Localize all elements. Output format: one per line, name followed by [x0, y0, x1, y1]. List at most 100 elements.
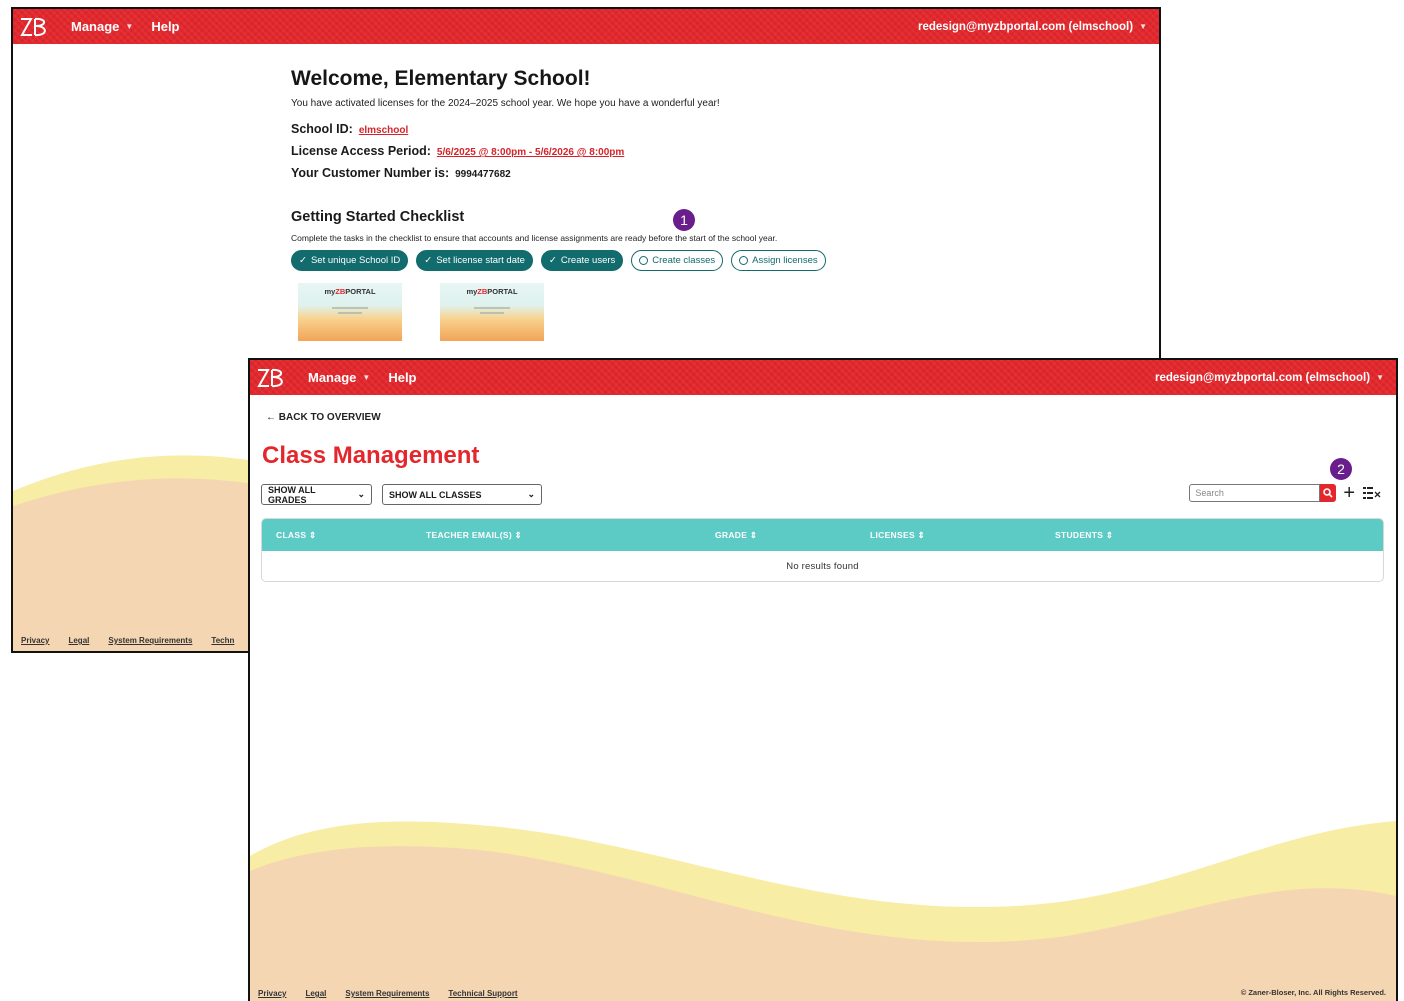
- top-navbar: Manage ▼ Help redesign@myzbportal.com (el…: [250, 360, 1396, 395]
- school-id-label: School ID:: [291, 122, 353, 136]
- column-header-teacher-email[interactable]: TEACHER EMAIL(S) ⇕: [426, 530, 522, 541]
- privacy-link[interactable]: Privacy: [258, 989, 286, 998]
- thumbnail-line: [474, 307, 510, 309]
- column-header-students[interactable]: STUDENTS ⇕: [1055, 530, 1113, 541]
- legal-link[interactable]: Legal: [68, 636, 89, 645]
- check-icon: ✓: [299, 255, 307, 266]
- background-waves: [250, 821, 1396, 1001]
- empty-circle-icon: [639, 256, 649, 265]
- check-icon: ✓: [548, 255, 557, 266]
- manage-menu[interactable]: Manage ▼: [308, 370, 370, 385]
- checklist-label: Set license start date: [436, 255, 525, 266]
- page-title: Welcome, Elementary School!: [291, 67, 591, 90]
- checklist-label: Set unique School ID: [310, 255, 401, 266]
- user-menu[interactable]: redesign@myzbportal.com (elmschool) ▼: [1155, 372, 1384, 384]
- overview-content: Welcome, Elementary School! You have act…: [291, 67, 1111, 341]
- system-requirements-link[interactable]: System Requirements: [108, 636, 192, 645]
- class-filter-value: SHOW ALL CLASSES: [389, 489, 482, 500]
- column-header-grade[interactable]: GRADE ⇕: [715, 530, 757, 541]
- step-badge-1: 1: [673, 209, 695, 231]
- privacy-link[interactable]: Privacy: [21, 636, 49, 645]
- customer-number-label: Your Customer Number is:: [291, 166, 450, 180]
- search-icon: [1323, 488, 1333, 498]
- checklist-item-assign-licenses[interactable]: Assign licenses: [731, 250, 826, 271]
- thumb-brand-prefix: my: [324, 287, 336, 296]
- copyright-text: © Zaner-Bloser, Inc. All Rights Reserved…: [1240, 988, 1386, 997]
- video-thumbnail[interactable]: myZBPORTAL: [440, 283, 544, 341]
- thumb-brand-suffix: PORTAL: [345, 287, 376, 296]
- checklist-item-license-date[interactable]: ✓ Set license start date: [416, 250, 533, 271]
- column-settings-icon[interactable]: [1363, 487, 1381, 499]
- thumbnail-line: [332, 307, 368, 309]
- grade-filter-value: SHOW ALL GRADES: [268, 484, 316, 505]
- manage-label: Manage: [71, 19, 120, 34]
- intro-text: You have activated licenses for the 2024…: [291, 98, 720, 109]
- user-menu[interactable]: redesign@myzbportal.com (elmschool) ▼: [918, 21, 1147, 33]
- video-thumbnail[interactable]: myZBPORTAL: [298, 283, 402, 341]
- thumb-brand-zb: ZB: [477, 287, 488, 296]
- chevron-down-icon: ⌄: [527, 489, 535, 499]
- empty-state-text: No results found: [786, 560, 859, 572]
- class-table: CLASS ⇕ TEACHER EMAIL(S) ⇕ GRADE ⇕ LICEN…: [261, 518, 1384, 582]
- empty-state-row: No results found: [262, 551, 1383, 581]
- zb-logo-icon[interactable]: [19, 13, 53, 41]
- checklist-item-school-id[interactable]: ✓ Set unique School ID: [291, 250, 409, 271]
- manage-menu[interactable]: Manage ▼: [71, 19, 133, 34]
- checklist-item-create-users[interactable]: ✓ Create users: [540, 250, 624, 271]
- chevron-down-icon: ▼: [1139, 22, 1147, 31]
- thumbnail-line: [480, 312, 504, 314]
- top-navbar: Manage ▼ Help redesign@myzbportal.com (el…: [13, 9, 1159, 44]
- back-to-overview-link[interactable]: ← BACK TO OVERVIEW: [266, 412, 381, 423]
- checklist-label: Create users: [560, 255, 616, 266]
- column-header-licenses[interactable]: LICENSES ⇕: [870, 530, 925, 541]
- technical-support-link[interactable]: Techn: [211, 636, 234, 645]
- user-label: redesign@myzbportal.com (elmschool): [918, 20, 1134, 33]
- chevron-down-icon: ▼: [362, 373, 371, 382]
- checklist-title: Getting Started Checklist: [291, 209, 465, 225]
- thumb-brand-zb: ZB: [335, 287, 346, 296]
- license-period-label: License Access Period:: [291, 144, 431, 158]
- column-header-class[interactable]: CLASS ⇕: [276, 530, 316, 541]
- license-period-link[interactable]: 5/6/2025 @ 8:00pm - 5/6/2026 @ 8:00pm: [437, 147, 624, 158]
- class-filter-select[interactable]: SHOW ALL CLASSES ⌄: [382, 484, 542, 505]
- checklist-label: Assign licenses: [752, 255, 818, 266]
- checklist-label: Create classes: [652, 255, 716, 266]
- search-input[interactable]: Search: [1189, 484, 1321, 502]
- grade-filter-select[interactable]: SHOW ALL GRADES ⌄: [261, 484, 372, 505]
- user-label: redesign@myzbportal.com (elmschool): [1155, 371, 1371, 384]
- portal-logo: myZBPORTAL: [298, 287, 402, 296]
- chevron-down-icon: ⌄: [357, 489, 365, 499]
- technical-support-link[interactable]: Technical Support: [448, 989, 517, 998]
- legal-link[interactable]: Legal: [305, 989, 326, 998]
- checklist-item-create-classes[interactable]: Create classes: [631, 250, 724, 271]
- chevron-down-icon: ▼: [1376, 373, 1384, 382]
- filter-bar: SHOW ALL GRADES ⌄ SHOW ALL CLASSES ⌄: [261, 484, 542, 505]
- check-icon: ✓: [424, 255, 433, 266]
- thumb-brand-prefix: my: [466, 287, 478, 296]
- customer-number-value: 9994477682: [455, 169, 511, 180]
- footer-links: Privacy Legal System Requirements Techni…: [258, 989, 518, 998]
- help-link[interactable]: Help: [388, 370, 416, 385]
- add-class-icon[interactable]: +: [1343, 483, 1355, 503]
- table-header: CLASS ⇕ TEACHER EMAIL(S) ⇕ GRADE ⇕ LICEN…: [262, 519, 1383, 551]
- school-id-link[interactable]: elmschool: [359, 125, 408, 136]
- school-info: School ID: elmschool License Access Perio…: [291, 119, 1111, 185]
- zb-logo-icon[interactable]: [256, 364, 290, 392]
- thumbnail-line: [338, 312, 362, 314]
- search-button[interactable]: [1320, 484, 1337, 502]
- checklist-pills: ✓ Set unique School ID ✓ Set license start…: [291, 250, 1111, 271]
- page-title: Class Management: [262, 442, 480, 469]
- video-thumbnails: myZBPORTAL myZBPORTAL: [298, 283, 1111, 341]
- portal-logo: myZBPORTAL: [440, 287, 544, 296]
- system-requirements-link[interactable]: System Requirements: [345, 989, 429, 998]
- checklist-description: Complete the tasks in the checklist to e…: [291, 233, 778, 243]
- step-badge-2: 2: [1330, 458, 1352, 480]
- table-toolbar: Search +: [1189, 483, 1381, 503]
- class-management-window: Manage ▼ Help redesign@myzbportal.com (el…: [248, 358, 1398, 1001]
- help-link[interactable]: Help: [151, 19, 179, 34]
- thumb-brand-suffix: PORTAL: [487, 287, 518, 296]
- footer-links: Privacy Legal System Requirements Techn: [21, 636, 234, 645]
- manage-label: Manage: [308, 370, 357, 385]
- chevron-down-icon: ▼: [125, 22, 134, 31]
- empty-circle-icon: [739, 256, 749, 265]
